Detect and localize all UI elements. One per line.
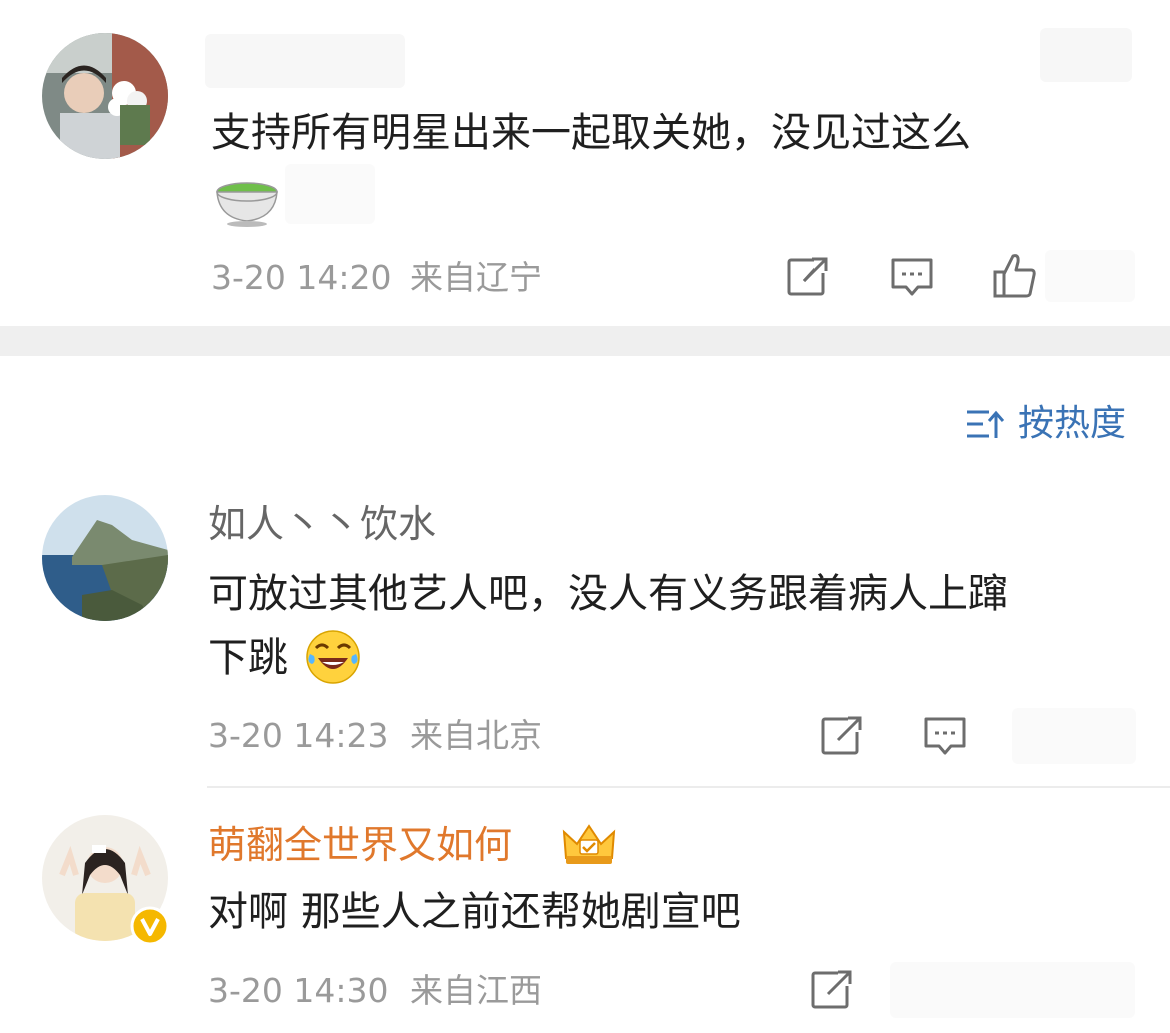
- avatar[interactable]: [42, 33, 168, 159]
- comment-location: 来自江西: [410, 971, 542, 1010]
- comment-text: 对啊 那些人之前还帮她剧宣吧: [208, 889, 741, 935]
- share-icon: [787, 255, 830, 296]
- username[interactable]: 如人丶丶饮水: [208, 505, 436, 543]
- verified-badge: [130, 906, 170, 946]
- thumbs-up-icon: [993, 254, 1036, 298]
- comment-text: 支持所有明星出来一起取关她，没见过这么: [211, 110, 971, 156]
- share-icon: [811, 968, 854, 1009]
- avatar-image: [42, 33, 168, 159]
- avatar-image: [42, 495, 168, 621]
- share-button[interactable]: [810, 968, 854, 1012]
- comment-location: 来自北京: [410, 716, 542, 755]
- username-redacted: [205, 34, 405, 88]
- sort-toggle[interactable]: 按热度: [965, 404, 1130, 444]
- comment-location: 来自辽宁: [410, 258, 542, 297]
- like-button[interactable]: [993, 252, 1043, 300]
- tea-emoji: [213, 166, 281, 232]
- comment-text-line-1: 可放过其他艺人吧，没人有义务跟着病人上蹿: [208, 571, 1008, 617]
- comment-separator: [207, 786, 1170, 788]
- sort-label: 按热度: [1018, 403, 1127, 444]
- section-divider: [0, 326, 1170, 356]
- comment-icon: [891, 258, 933, 296]
- verified-v-icon: [130, 906, 170, 946]
- comment-button[interactable]: [923, 714, 967, 758]
- text-redacted: [285, 164, 375, 224]
- sort-icon: [967, 410, 1005, 438]
- comment-time: 3-20 14:20: [211, 258, 392, 297]
- like-count-redacted: [1045, 250, 1135, 302]
- share-button[interactable]: [820, 714, 864, 758]
- comment-text-line-2: 下跳: [208, 635, 288, 681]
- username-redacted-right: [1040, 28, 1132, 82]
- comment-time: 3-20 14:23: [208, 716, 389, 755]
- actions-redacted: [890, 962, 1135, 1018]
- crown-badge-icon: [560, 820, 618, 872]
- avatar[interactable]: [42, 495, 168, 621]
- like-redacted: [1012, 708, 1136, 764]
- comment-time: 3-20 14:30: [208, 971, 389, 1010]
- share-button[interactable]: [786, 255, 830, 299]
- comment-icon: [924, 717, 966, 755]
- comment-button[interactable]: [890, 255, 934, 299]
- username[interactable]: 萌翻全世界又如何: [208, 826, 512, 864]
- laugh-cry-emoji: [304, 628, 362, 690]
- share-icon: [821, 714, 864, 755]
